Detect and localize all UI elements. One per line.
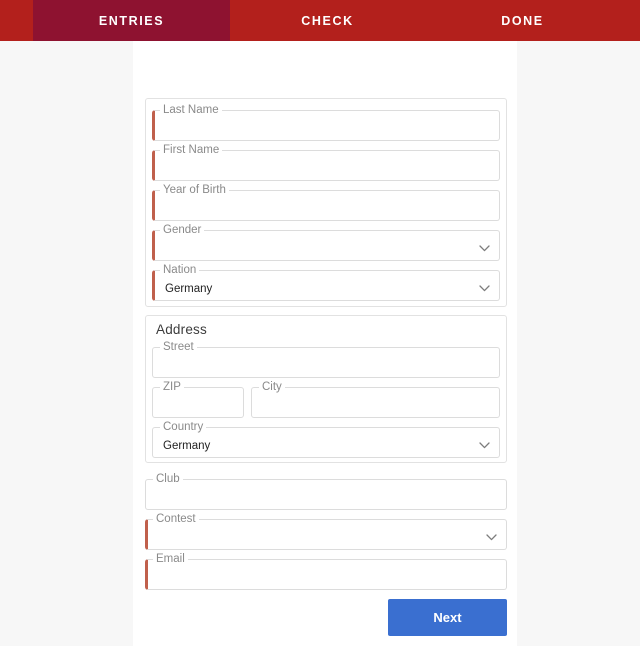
- field-country-value: Germany: [163, 440, 211, 452]
- personal-details-group: Last Name First Name Year of Birth Gende…: [145, 98, 507, 307]
- chevron-down-icon: [479, 442, 490, 449]
- field-street[interactable]: Street: [152, 340, 500, 378]
- tab-done[interactable]: DONE: [425, 0, 620, 41]
- field-year-of-birth[interactable]: Year of Birth: [152, 183, 500, 221]
- registration-form-card: Last Name First Name Year of Birth Gende…: [133, 41, 517, 646]
- tab-bar-left-spacer: [0, 0, 33, 41]
- field-zip[interactable]: ZIP: [152, 380, 244, 418]
- field-contest-label: Contest: [153, 512, 199, 526]
- field-last-name[interactable]: Last Name: [152, 103, 500, 141]
- field-year-of-birth-label: Year of Birth: [160, 183, 229, 197]
- next-button[interactable]: Next: [388, 599, 507, 636]
- field-city-label: City: [259, 380, 285, 394]
- chevron-down-icon: [479, 285, 490, 292]
- field-city[interactable]: City: [251, 380, 500, 418]
- chevron-down-icon: [479, 245, 490, 252]
- field-country-label: Country: [160, 420, 207, 434]
- field-gender-label: Gender: [160, 223, 205, 237]
- field-club[interactable]: Club: [145, 472, 507, 510]
- field-gender[interactable]: Gender: [152, 223, 500, 261]
- field-country[interactable]: Country Germany: [152, 420, 500, 458]
- field-nation-value: Germany: [165, 283, 213, 295]
- field-last-name-label: Last Name: [160, 103, 222, 117]
- address-group: Address Street ZIP City Country Germany: [145, 315, 507, 463]
- tab-check-label: CHECK: [301, 13, 354, 28]
- field-first-name[interactable]: First Name: [152, 143, 500, 181]
- tab-check[interactable]: CHECK: [230, 0, 425, 41]
- wizard-tab-bar: ENTRIES CHECK DONE: [0, 0, 640, 41]
- field-street-label: Street: [160, 340, 197, 354]
- next-button-label: Next: [433, 610, 462, 625]
- field-nation[interactable]: Nation Germany: [152, 263, 500, 301]
- field-zip-label: ZIP: [160, 380, 184, 394]
- field-email-label: Email: [153, 552, 188, 566]
- field-club-label: Club: [153, 472, 183, 486]
- address-group-title: Address: [156, 322, 207, 337]
- tab-done-label: DONE: [501, 13, 544, 28]
- field-email[interactable]: Email: [145, 552, 507, 590]
- tab-entries[interactable]: ENTRIES: [33, 0, 230, 41]
- tab-entries-label: ENTRIES: [98, 13, 165, 28]
- field-nation-label: Nation: [160, 263, 200, 277]
- chevron-down-icon: [486, 534, 497, 541]
- field-contest[interactable]: Contest: [145, 512, 507, 550]
- page-background: Last Name First Name Year of Birth Gende…: [0, 41, 640, 646]
- field-first-name-label: First Name: [160, 143, 223, 157]
